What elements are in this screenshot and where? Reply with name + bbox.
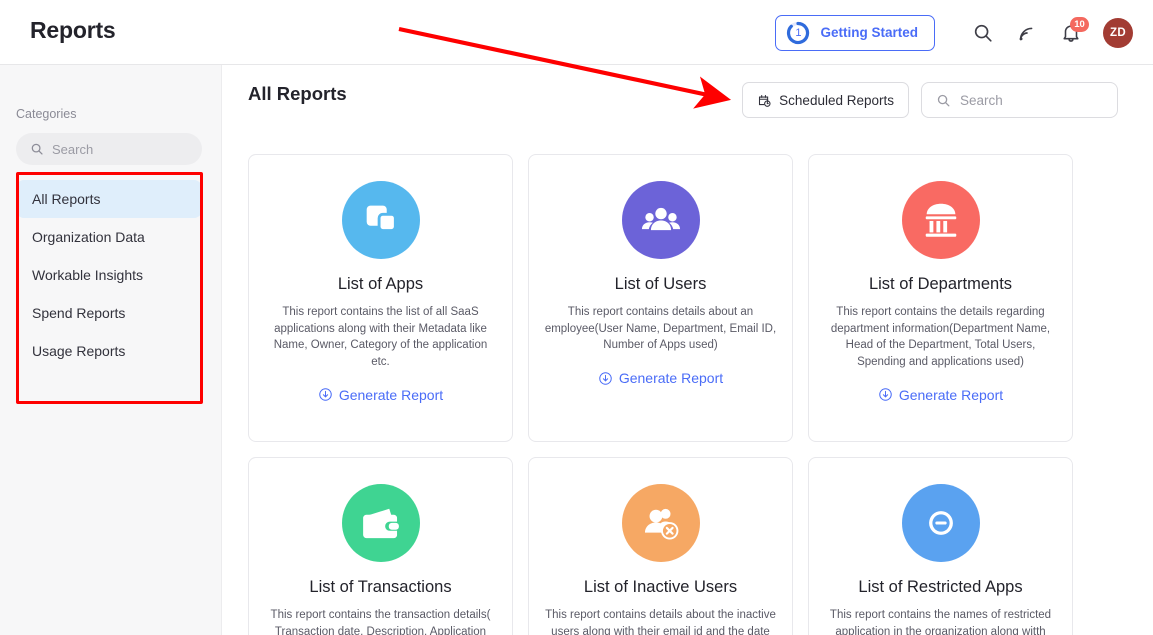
search-icon (937, 94, 950, 106)
top-bar-actions: 1 Getting Started 10 ZD (775, 0, 1133, 65)
feed-button[interactable] (1005, 11, 1049, 55)
scheduled-reports-button[interactable]: Scheduled Reports (742, 82, 909, 118)
download-circle-icon (599, 371, 612, 385)
sidebar-item-spend-reports[interactable]: Spend Reports (16, 294, 202, 332)
bank-building-icon (901, 181, 980, 259)
card-description: This report contains details about an em… (544, 306, 777, 352)
reports-search-placeholder: Search (960, 92, 1003, 108)
sidebar-item-label: Workable Insights (32, 267, 144, 283)
sidebar-category-list: All Reports Organization Data Workable I… (16, 180, 202, 370)
generate-report-link[interactable]: Generate Report (878, 387, 1003, 403)
card-title: List of Inactive Users (583, 578, 738, 596)
content-title: All Reports (248, 83, 347, 104)
card-description: This report contains the names of restri… (829, 609, 1052, 635)
rss-feed-icon (1019, 27, 1033, 40)
sidebar-item-workable-insights[interactable]: Workable Insights (16, 256, 202, 294)
content-toolbar: Scheduled Reports Search (742, 82, 1118, 118)
sidebar-item-all-reports[interactable]: All Reports (16, 180, 202, 218)
getting-started-step: 1 (795, 26, 802, 39)
search-button[interactable] (961, 11, 1005, 55)
search-icon (974, 24, 992, 42)
card-title: List of Departments (868, 275, 1013, 293)
getting-started-button[interactable]: 1 Getting Started (775, 14, 935, 51)
download-circle-icon (319, 388, 332, 401)
sidebar-item-label: All Reports (32, 191, 101, 207)
generate-report-link[interactable]: Generate Report (318, 387, 443, 403)
card-title: List of Users (614, 275, 707, 293)
reports-search-input[interactable]: Search (921, 82, 1118, 118)
wallet-icon (341, 484, 420, 562)
card-description: This report contains details about the i… (545, 609, 776, 635)
sidebar-item-usage-reports[interactable]: Usage Reports (16, 332, 202, 370)
report-card-list-of-users[interactable]: List of Users This report contains detai… (528, 154, 793, 442)
report-card-list-of-restricted-apps[interactable]: List of Restricted Apps This report cont… (808, 457, 1073, 635)
card-description: This report contains the list of all Saa… (273, 306, 488, 369)
apps-stack-icon (341, 181, 420, 259)
card-title: List of Transactions (309, 578, 452, 596)
search-icon (31, 143, 43, 155)
sidebar-item-organization-data[interactable]: Organization Data (16, 218, 202, 256)
top-bar: Reports 1 Getting Started 10 ZD (0, 0, 1153, 65)
card-description: This report contains the transaction det… (270, 609, 491, 635)
notification-badge: 10 (1070, 16, 1089, 32)
report-card-list-of-transactions[interactable]: List of Transactions This report contain… (248, 457, 513, 635)
card-title: List of Apps (337, 275, 424, 293)
main-content: All Reports Scheduled Reports Search Lis… (222, 65, 1153, 635)
card-description: This report contains the details regardi… (830, 306, 1051, 369)
report-card-list-of-departments[interactable]: List of Departments This report contains… (808, 154, 1073, 442)
avatar[interactable]: ZD (1103, 17, 1133, 48)
generate-report-label: Generate Report (338, 386, 444, 403)
progress-ring-icon: 1 (786, 21, 810, 45)
report-card-list-of-apps[interactable]: List of Apps This report contains the li… (248, 154, 513, 442)
getting-started-label: Getting Started (820, 25, 918, 40)
generate-report-label: Generate Report (618, 370, 724, 387)
reports-grid: List of Apps This report contains the li… (248, 154, 1103, 635)
sidebar-heading: Categories (16, 107, 77, 121)
sidebar-item-label: Usage Reports (32, 343, 126, 359)
inactive-users-icon (621, 484, 700, 562)
sidebar-search-placeholder: Search (52, 141, 94, 157)
reports-page: Reports 1 Getting Started 10 ZD Categori… (0, 0, 1153, 635)
card-title: List of Restricted Apps (858, 578, 1023, 596)
sidebar: Categories Search All Reports Organizati… (0, 65, 222, 635)
notifications-button[interactable]: 10 (1049, 11, 1093, 55)
sidebar-item-label: Spend Reports (32, 305, 126, 321)
calendar-clock-icon (759, 94, 771, 107)
generate-report-label: Generate Report (898, 386, 1004, 403)
download-circle-icon (879, 388, 892, 401)
scheduled-reports-label: Scheduled Reports (779, 92, 894, 108)
report-card-list-of-inactive-users[interactable]: List of Inactive Users This report conta… (528, 457, 793, 635)
users-group-icon (621, 181, 700, 259)
restricted-minus-icon (901, 484, 980, 562)
page-title: Reports (30, 17, 116, 43)
sidebar-item-label: Organization Data (32, 229, 145, 245)
sidebar-search-input[interactable]: Search (16, 133, 202, 165)
generate-report-link[interactable]: Generate Report (598, 370, 723, 386)
